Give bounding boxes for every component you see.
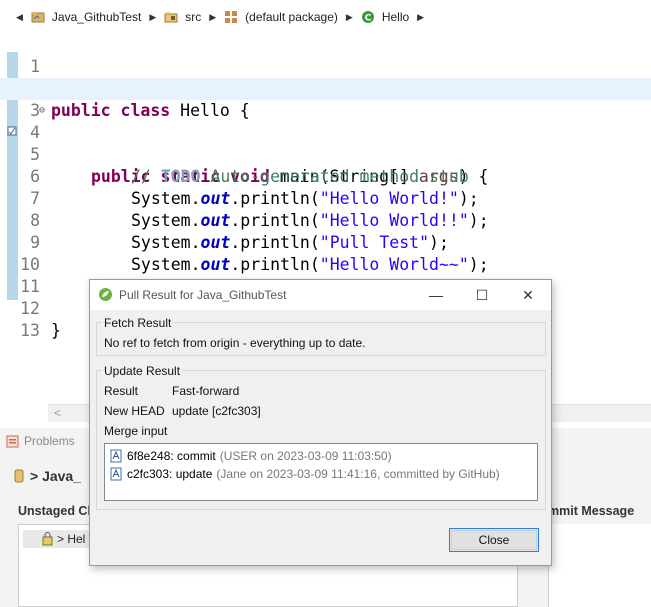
result-label: Result <box>104 384 139 398</box>
result-value: Fast-forward <box>172 384 240 398</box>
java-class-icon: C <box>361 11 374 24</box>
staging-title: > Java_ <box>14 468 81 484</box>
merge-item-commit: 6f8e248: commit <box>127 449 216 463</box>
maximize-button[interactable]: ☐ <box>459 280 505 310</box>
code-text: } <box>51 321 61 340</box>
fetch-result-text: No ref to fetch from origin - everything… <box>104 336 366 350</box>
breadcrumb: ◀ Java_GithubTest ▶ src ▶ (default packa… <box>0 0 651 34</box>
close-window-button[interactable]: ✕ <box>505 280 551 310</box>
minimize-button[interactable]: — <box>413 280 459 310</box>
merge-input-item[interactable]: 6f8e248: commit (USER on 2023-03-09 11:0… <box>110 447 392 465</box>
dialog-titlebar[interactable]: Pull Result for Java_GithubTest — ☐ ✕ <box>90 280 551 310</box>
commit-icon <box>110 467 122 481</box>
commit-message-label: mmit Message <box>548 504 635 518</box>
code-line[interactable]: 4 ⊖ public static void main(String[] arg… <box>0 100 651 186</box>
breadcrumb-separator-icon: ▶ <box>209 11 217 22</box>
merge-input-item[interactable]: c2fc303: update (Jane on 2023-03-09 11:4… <box>110 465 500 483</box>
tab-problems[interactable]: Problems <box>6 434 75 448</box>
commit-message-box[interactable] <box>548 524 651 607</box>
code-line[interactable]: 7 System.out.println("Hello World!!"); <box>0 166 651 230</box>
fetch-result-label: Fetch Result <box>102 316 174 330</box>
code-line[interactable]: 5 // TODO Auto-generated method stub <box>0 122 651 186</box>
source-folder-icon <box>164 12 178 23</box>
unstaged-changes-label: Unstaged Cl <box>18 504 91 518</box>
line-number: 13 <box>20 321 40 340</box>
merge-input-list[interactable]: 6f8e248: commit (USER on 2023-03-09 11:0… <box>104 443 538 501</box>
breadcrumb-left-chevron-icon[interactable]: ◀ <box>16 12 23 23</box>
new-head-label: New HEAD <box>104 404 165 418</box>
code-line[interactable]: 1 <box>0 34 651 76</box>
breadcrumb-separator-icon: ▶ <box>417 11 425 22</box>
scroll-left-icon[interactable]: < <box>54 406 61 420</box>
unstaged-item-label: > Hel <box>57 532 86 546</box>
package-icon <box>225 11 238 23</box>
task-marker-icon[interactable] <box>7 126 17 136</box>
breadcrumb-item-class[interactable]: Hello <box>382 10 409 24</box>
code-line-current[interactable]: 3 <box>0 78 651 120</box>
file-lock-icon <box>42 532 53 546</box>
collapse-icon[interactable]: ⊖ <box>39 100 45 122</box>
update-result-label: Update Result <box>102 364 183 378</box>
commit-icon <box>110 449 122 463</box>
egit-leaf-icon <box>99 288 112 301</box>
code-line[interactable]: 8 System.out.println("Pull Test"); <box>0 188 651 252</box>
merge-item-meta: (USER on 2023-03-09 11:03:50) <box>219 449 392 463</box>
code-line[interactable]: 9 System.out.println("Hello World~~"); <box>0 210 651 274</box>
code-line[interactable]: 6 System.out.println("Hello World!"); <box>0 144 651 208</box>
breadcrumb-item-src[interactable]: src <box>185 10 201 24</box>
code-line[interactable]: 11 <box>0 254 651 296</box>
merge-item-commit: c2fc303: update <box>127 467 213 481</box>
problems-icon <box>6 435 19 447</box>
code-line[interactable]: 10 } <box>0 232 651 296</box>
staging-title-label: > Java_ <box>30 468 81 484</box>
dialog-title: Pull Result for Java_GithubTest <box>119 288 287 302</box>
breadcrumb-item-package[interactable]: (default package) <box>245 10 338 24</box>
breadcrumb-separator-icon: ▶ <box>149 11 157 22</box>
breadcrumb-item-project[interactable]: Java_GithubTest <box>52 10 141 24</box>
tab-problems-label: Problems <box>24 434 75 448</box>
svg-text:C: C <box>365 14 372 24</box>
pull-result-dialog: Pull Result for Java_GithubTest — ☐ ✕ Fe… <box>89 279 552 566</box>
merge-input-label: Merge input <box>104 424 168 438</box>
new-head-value: update [c2fc303] <box>172 404 261 418</box>
merge-item-meta: (Jane on 2023-03-09 11:41:16, committed … <box>216 467 500 481</box>
repository-icon <box>14 469 24 483</box>
breadcrumb-separator-icon: ▶ <box>345 11 353 22</box>
close-button[interactable]: Close <box>449 528 539 552</box>
code-line[interactable]: 2 public class Hello { <box>0 56 651 120</box>
project-folder-icon <box>31 12 45 23</box>
